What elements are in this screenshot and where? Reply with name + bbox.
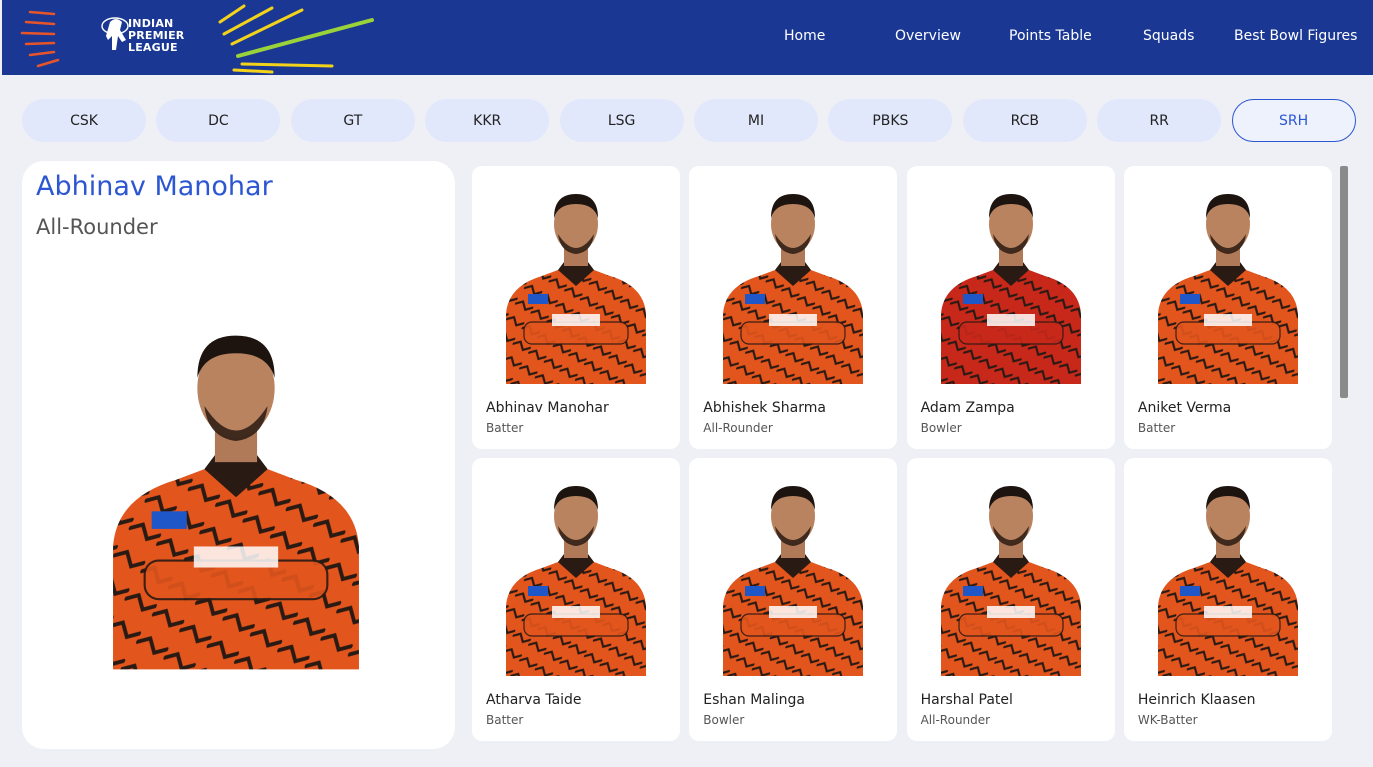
player-name: Heinrich Klaasen <box>1137 692 1256 708</box>
top-header: INDIAN PREMIER LEAGUE Home Overview Poin… <box>2 0 1373 75</box>
player-role: Bowler <box>920 421 962 435</box>
player-card[interactable]: Eshan Malinga Bowler <box>689 458 898 741</box>
team-tab-lsg[interactable]: LSG <box>559 99 684 142</box>
team-tab-rr[interactable]: RR <box>1097 99 1222 142</box>
team-tab-dc[interactable]: DC <box>156 99 281 142</box>
player-card[interactable]: Harshal Patel All-Rounder <box>906 458 1115 741</box>
nav-best-bowl-figures[interactable]: Best Bowl Figures <box>1234 28 1357 44</box>
player-name: Atharva Taide <box>486 692 582 708</box>
player-role: Bowler <box>703 713 745 727</box>
player-photo <box>723 486 864 676</box>
featured-player-card: Abhinav Manohar All-Rounder <box>22 161 455 749</box>
player-card[interactable]: Heinrich Klaasen WK-Batter <box>1123 458 1332 741</box>
player-photo <box>506 194 646 384</box>
player-role: All-Rounder <box>920 713 991 727</box>
team-tab-gt[interactable]: GT <box>290 99 415 142</box>
player-photo <box>940 194 1081 384</box>
team-tab-mi[interactable]: MI <box>694 99 818 142</box>
player-name: Adam Zampa <box>920 400 1015 416</box>
player-role: Batter <box>1137 421 1176 435</box>
player-name: Eshan Malinga <box>703 692 805 708</box>
player-photo <box>723 194 864 384</box>
featured-player-name: Abhinav Manohar <box>36 171 273 202</box>
team-tab-rcb[interactable]: RCB <box>962 99 1087 142</box>
team-tab-kkr[interactable]: KKR <box>425 99 550 142</box>
logo-rays-icon <box>20 4 374 74</box>
team-tab-pbks[interactable]: PBKS <box>828 99 953 142</box>
nav-squads[interactable]: Squads <box>1143 28 1194 44</box>
player-card[interactable]: Atharva Taide Batter <box>472 458 680 741</box>
player-name: Abhinav Manohar <box>486 400 609 416</box>
player-role: All-Rounder <box>703 421 773 435</box>
player-card[interactable]: Aniket Verma Batter <box>1123 166 1332 449</box>
player-role: Batter <box>486 421 524 435</box>
logo-line: LEAGUE <box>128 41 178 54</box>
player-photo <box>506 486 646 676</box>
nav-points-table[interactable]: Points Table <box>1009 28 1092 44</box>
player-photo <box>1157 486 1298 676</box>
nav-home[interactable]: Home <box>784 28 825 44</box>
featured-player-role: All-Rounder <box>36 215 158 239</box>
player-card[interactable]: Adam Zampa Bowler <box>906 166 1115 449</box>
scrollbar[interactable] <box>1340 166 1348 398</box>
logo-wordmark: INDIAN PREMIER LEAGUE <box>128 18 184 54</box>
player-photo <box>940 486 1081 676</box>
team-tab-srh[interactable]: SRH <box>1231 99 1356 142</box>
player-name: Abhishek Sharma <box>703 400 826 416</box>
nav-overview[interactable]: Overview <box>895 28 961 44</box>
player-card[interactable]: Abhishek Sharma All-Rounder <box>689 166 898 449</box>
team-tab-csk[interactable]: CSK <box>22 99 146 142</box>
player-photo <box>1157 194 1298 384</box>
featured-player-photo <box>113 335 359 670</box>
player-role: Batter <box>486 713 524 727</box>
player-role: WK-Batter <box>1137 713 1198 727</box>
player-name: Harshal Patel <box>920 692 1013 708</box>
player-name: Aniket Verma <box>1137 400 1232 416</box>
player-card[interactable]: Abhinav Manohar Batter <box>472 166 680 449</box>
ipl-logo[interactable]: INDIAN PREMIER LEAGUE <box>2 0 382 75</box>
